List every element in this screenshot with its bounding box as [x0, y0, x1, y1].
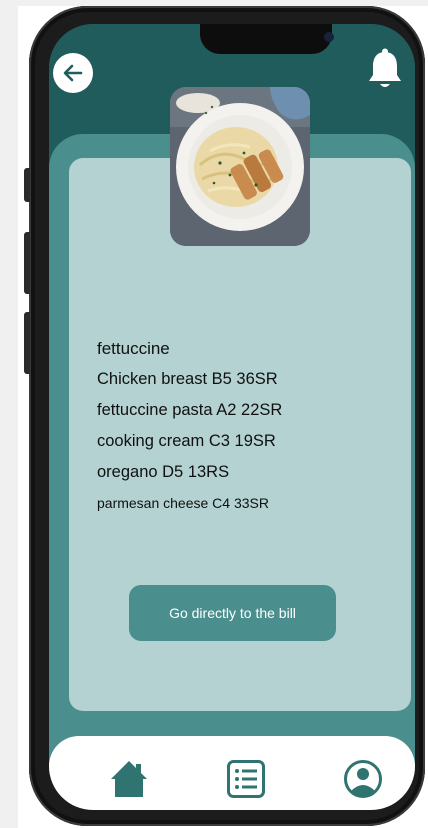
nav-list[interactable] — [226, 759, 266, 799]
ingredient-list: fettuccine Chicken breast B5 36SR fettuc… — [97, 334, 397, 518]
back-button[interactable] — [53, 53, 93, 93]
notification-button[interactable] — [367, 48, 403, 90]
ingredient-item: fettuccine pasta A2 22SR — [97, 401, 283, 419]
ingredient-item: oregano D5 13RS — [97, 463, 230, 481]
nav-home[interactable] — [109, 759, 149, 799]
bell-icon — [369, 48, 401, 87]
fettuccine-chicken-plate-photo — [170, 87, 310, 246]
volume-up-button — [24, 232, 30, 294]
ingredient-item: cooking cream C3 19SR — [97, 432, 276, 450]
arrow-left-icon — [63, 64, 83, 82]
dish-image — [170, 87, 310, 246]
nav-profile[interactable] — [343, 759, 383, 799]
front-camera — [324, 32, 334, 42]
home-icon — [111, 761, 147, 797]
dish-name: fettuccine — [97, 339, 170, 358]
ingredient-item: Chicken breast B5 36SR — [97, 370, 278, 388]
ingredient-item: parmesan cheese C4 33SR — [97, 495, 269, 511]
list-icon — [227, 760, 265, 798]
bottom-navigation — [49, 736, 415, 810]
profile-icon — [344, 760, 382, 798]
volume-down-button — [24, 312, 30, 374]
go-to-bill-button[interactable]: Go directly to the bill — [129, 585, 336, 641]
mute-switch — [24, 168, 30, 202]
app-screen: fettuccine Chicken breast B5 36SR fettuc… — [49, 24, 415, 810]
device-notch — [200, 24, 334, 54]
